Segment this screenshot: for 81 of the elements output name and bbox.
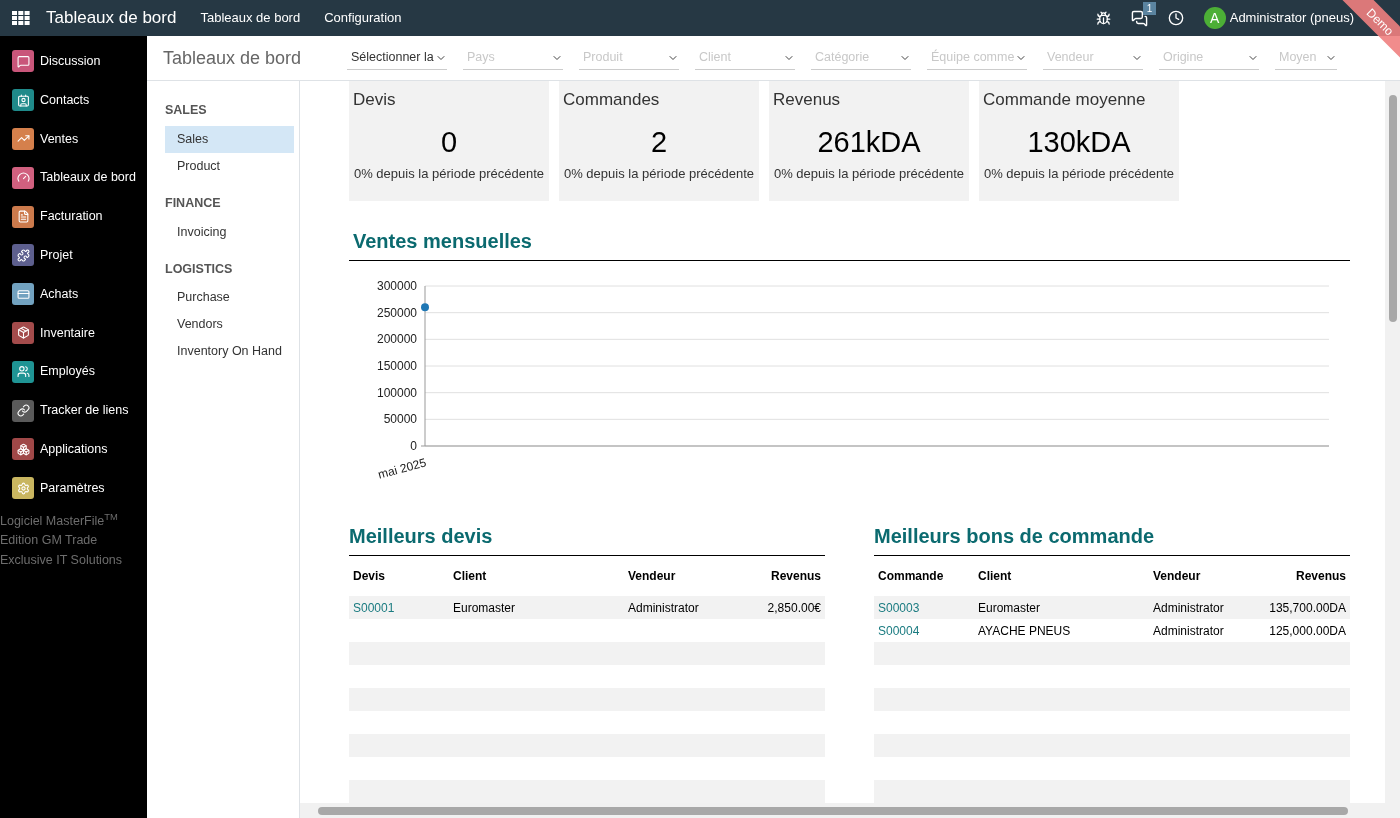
y-tick-label: 0 <box>410 439 417 453</box>
x-tick-label: mai 2025 <box>376 455 428 482</box>
user-name[interactable]: Administrator (pneus) <box>1229 8 1354 28</box>
kpi-change: 0% depuis la période précédente <box>563 165 755 183</box>
y-tick-label: 250000 <box>376 305 417 320</box>
table-cell-text: Administrator <box>1153 622 1225 640</box>
debug-icon[interactable] <box>1095 10 1111 26</box>
filter-select[interactable]: Sélectionner la <box>347 46 447 70</box>
column-header: Revenus <box>1294 568 1346 585</box>
app-menu-item[interactable]: Employés <box>0 352 147 392</box>
column-header: Devis <box>353 568 387 585</box>
menu-item[interactable]: Inventory On Hand <box>165 338 294 366</box>
data-point <box>421 303 429 312</box>
column-header: Vendeur <box>1153 568 1202 585</box>
y-tick-label: 150000 <box>376 359 417 373</box>
kpi-title: Commande moyenne <box>983 89 1147 111</box>
table-cell-text: 135,700.00DA <box>1268 599 1346 617</box>
footer-text: Logiciel MasterFile$^{TM}$ <box>0 511 119 530</box>
y-tick-label: 100000 <box>376 385 417 400</box>
section-title: Ventes mensuelles <box>349 226 1350 261</box>
column-header: Client <box>453 568 488 585</box>
page-title: Tableaux de bord <box>162 46 303 70</box>
app-menu-item[interactable]: Contacts <box>0 80 147 120</box>
horizontal-scrollbar[interactable] <box>300 803 1400 818</box>
column-header: Commande <box>878 568 945 585</box>
footer-text: Exclusive IT Solutions <box>0 551 124 569</box>
kpi-change: 0% depuis la période précédente <box>983 165 1175 183</box>
footer-text: Edition GM Trade <box>0 532 99 550</box>
menu-item[interactable]: Vendors <box>165 311 294 339</box>
apps-grid-icon[interactable] <box>12 11 30 25</box>
y-tick-label: 200000 <box>376 332 417 347</box>
menu-link[interactable]: Tableaux de bord <box>200 8 301 28</box>
menu-section-title: SALES <box>165 102 208 119</box>
kpi-change: 0% depuis la période précédente <box>773 165 965 183</box>
column-header: Revenus <box>769 568 821 585</box>
app-menu-item[interactable]: Paramètres <box>0 468 147 508</box>
app-menu-item[interactable]: Inventaire <box>0 313 147 353</box>
menu-item[interactable]: Invoicing <box>165 218 294 246</box>
menu-item[interactable]: Purchase <box>165 284 294 312</box>
vertical-scrollbar[interactable] <box>1385 81 1400 803</box>
menu-link[interactable]: Configuration <box>324 8 402 28</box>
table-cell-text: Euromaster <box>978 599 1042 617</box>
kpi-value: 2 <box>649 124 669 160</box>
table-cell-text: Euromaster <box>453 599 517 617</box>
menu-item[interactable]: Product <box>165 152 294 180</box>
section-title: Meilleurs devis <box>349 521 825 556</box>
messages-icon[interactable] <box>1130 9 1148 27</box>
app-title: Tableaux de bord <box>46 7 177 30</box>
order-link[interactable]: S00003 <box>878 598 978 617</box>
kpi-title: Commandes <box>563 89 661 111</box>
table-cell-text: AYACHE PNEUS <box>978 622 1072 640</box>
table-cell-text: 2,850.00€ <box>766 599 821 617</box>
kpi-value: 0 <box>439 124 459 160</box>
table-cell-text: 125,000.00DA <box>1268 622 1346 640</box>
column-header: Client <box>978 568 1013 585</box>
menu-section-title: FINANCE <box>165 194 222 212</box>
app-menu-item[interactable]: Facturation <box>0 197 147 236</box>
kpi-value: 130kDA <box>1026 124 1132 160</box>
table-cell-text: Administrator <box>1153 599 1225 617</box>
order-link[interactable]: S00004 <box>878 621 978 640</box>
app-menu-item[interactable]: Discussion <box>0 42 147 81</box>
order-link[interactable]: S00001 <box>353 598 453 617</box>
app-menu-item[interactable]: Applications <box>0 429 147 469</box>
y-tick-label: 300000 <box>376 279 417 293</box>
app-menu-item[interactable]: Achats <box>0 274 147 314</box>
kpi-title: Revenus <box>773 89 842 111</box>
kpi-value: 261kDA <box>816 124 922 160</box>
activity-clock-icon[interactable] <box>1167 10 1184 26</box>
kpi-title: Devis <box>353 89 397 111</box>
column-header: Vendeur <box>628 568 677 585</box>
message-count: 1 <box>1142 1 1157 15</box>
app-menu-item[interactable]: Tracker de liens <box>0 391 147 430</box>
table-cell-text: Administrator <box>628 599 700 617</box>
app-menu-item[interactable]: Ventes <box>0 119 147 159</box>
app-menu-item[interactable]: Projet <box>0 236 147 275</box>
y-tick-label: 50000 <box>383 412 417 427</box>
section-title: Meilleurs bons de commande <box>874 521 1350 556</box>
app-menu-item[interactable]: Tableaux de bord <box>0 158 147 198</box>
kpi-change: 0% depuis la période précédente <box>353 165 545 183</box>
menu-item[interactable]: Sales <box>165 125 294 153</box>
menu-section-title: LOGISTICS <box>165 260 234 278</box>
